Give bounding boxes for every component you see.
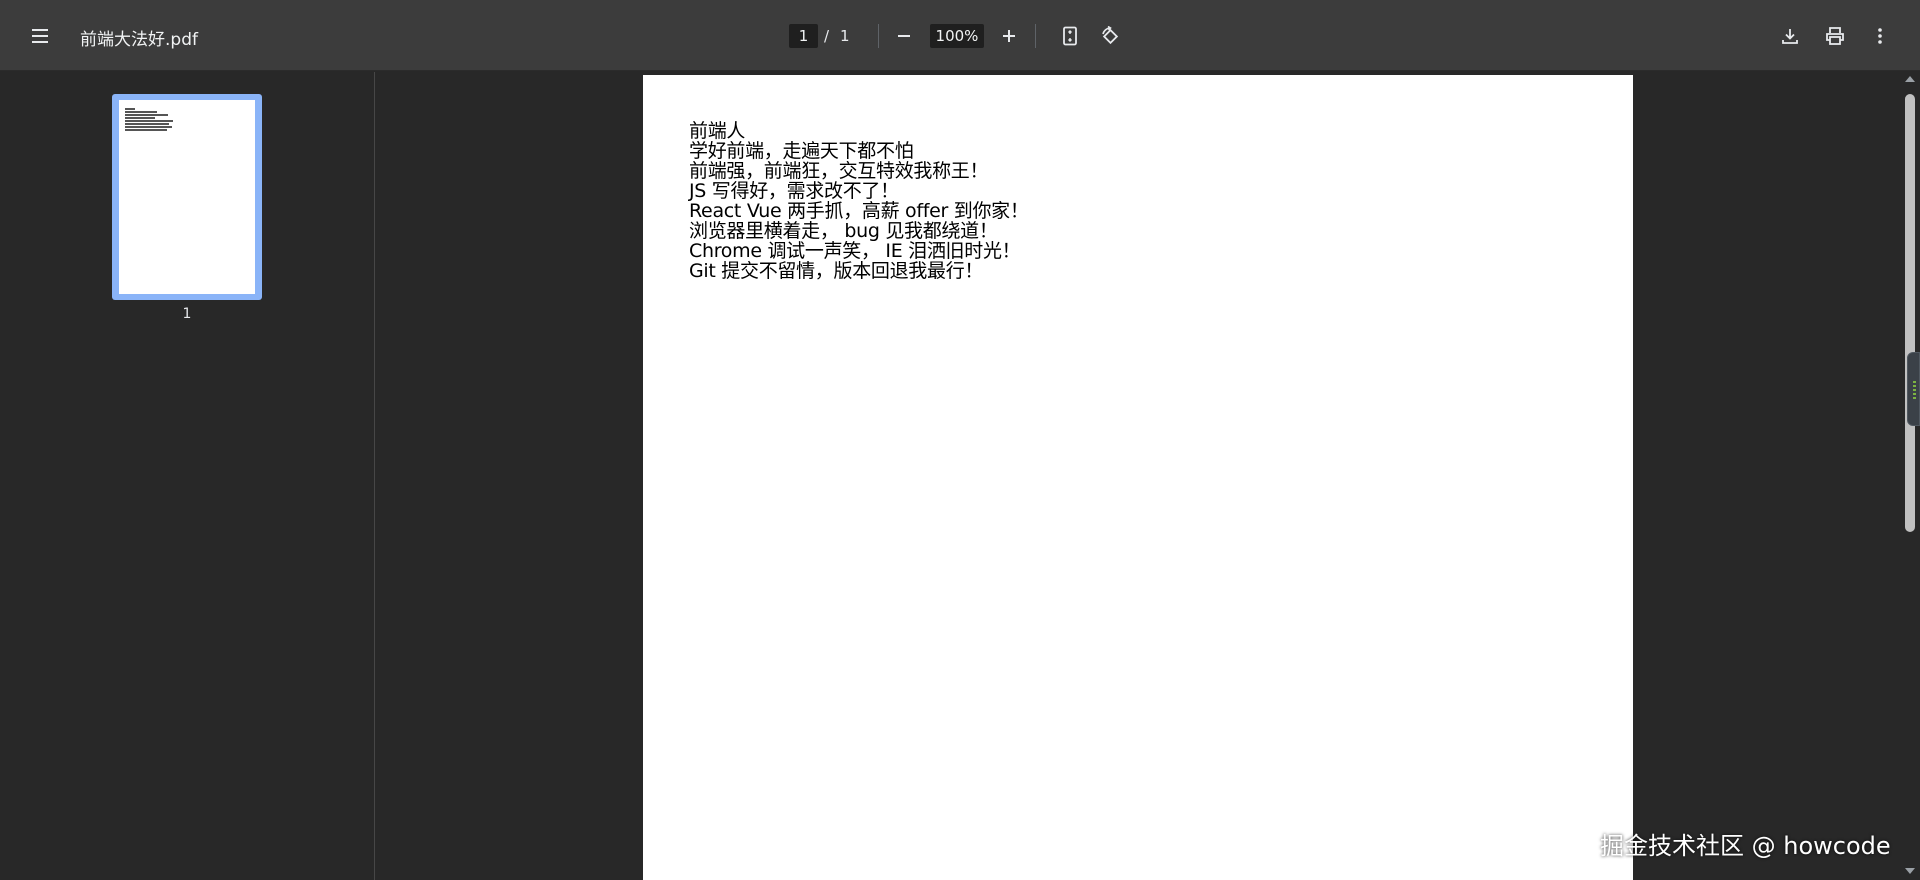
zoom-input[interactable]: [930, 24, 984, 48]
text-line: 前端人: [689, 120, 746, 142]
page-separator: /: [824, 27, 830, 45]
text-line: 前端强，前端狂，交互特效我称王！: [689, 160, 989, 182]
zoom-in-icon[interactable]: [992, 19, 1026, 53]
menu-icon[interactable]: [23, 19, 57, 53]
pdf-page: 前端人 学好前端，走遍天下都不怕 前端强，前端狂，交互特效我称王！ JS 写得好…: [643, 75, 1633, 880]
page-text: 前端人 学好前端，走遍天下都不怕 前端强，前端狂，交互特效我称王！ JS 写得好…: [689, 121, 1029, 281]
text-line: 浏览器里横着走， bug 见我都绕道！: [689, 220, 998, 242]
text-line: 学好前端，走遍天下都不怕: [689, 140, 914, 162]
zoom-out-icon[interactable]: [887, 19, 921, 53]
document-viewer[interactable]: 前端人 学好前端，走遍天下都不怕 前端强，前端狂，交互特效我称王！ JS 写得好…: [376, 72, 1900, 880]
page-thumbnail[interactable]: [112, 94, 262, 300]
text-line: Git 提交不留情，版本回退我最行！: [689, 260, 984, 282]
page-total: 1: [840, 27, 850, 45]
fit-to-page-icon[interactable]: [1053, 19, 1087, 53]
scroll-up-arrow-icon[interactable]: [1905, 76, 1915, 82]
text-line: React Vue 两手抓，高薪 offer 到你家！: [689, 200, 1029, 222]
more-vert-icon[interactable]: [1863, 19, 1897, 53]
text-line: Chrome 调试一声笑， IE 泪洒旧时光！: [689, 240, 1021, 262]
watermark: 掘金技术社区 @ howcode: [1600, 832, 1891, 860]
scrollbar-thumb[interactable]: [1905, 94, 1915, 532]
page-number-input[interactable]: [789, 24, 818, 48]
toolbar-divider: [878, 24, 879, 48]
text-line: JS 写得好，需求改不了！: [689, 180, 899, 202]
thumbnail-sidebar: 1: [0, 72, 375, 880]
print-icon[interactable]: [1818, 19, 1852, 53]
thumbnail-page-preview: [119, 100, 255, 294]
pdf-toolbar: 前端大法好.pdf / 1: [0, 0, 1920, 71]
side-panel-handle[interactable]: [1907, 352, 1920, 426]
toolbar-divider: [1035, 24, 1036, 48]
rotate-icon[interactable]: [1093, 19, 1127, 53]
download-icon[interactable]: [1773, 19, 1807, 53]
scroll-down-arrow-icon[interactable]: [1905, 868, 1915, 874]
vertical-scrollbar[interactable]: [1900, 72, 1920, 880]
document-title: 前端大法好.pdf: [80, 30, 198, 50]
thumbnail-page-number: 1: [182, 306, 192, 322]
grip-icon: [1913, 381, 1916, 399]
